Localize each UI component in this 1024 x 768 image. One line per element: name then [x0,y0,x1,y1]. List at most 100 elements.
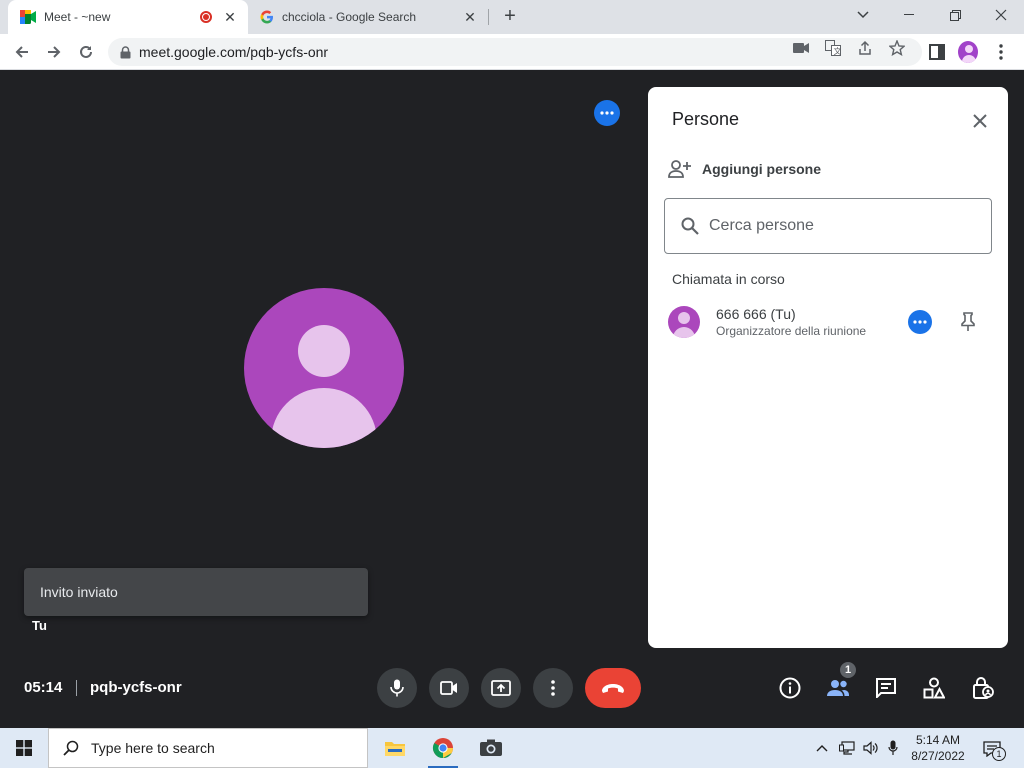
search-people-input[interactable] [709,217,959,235]
more-vert-icon [551,680,555,696]
start-button[interactable] [0,728,48,768]
microphone-in-use-icon[interactable] [886,740,900,756]
side-panel-icon[interactable] [927,42,947,62]
camera-in-use-icon[interactable] [793,40,809,56]
notification-center-button[interactable]: 1 [980,738,1006,761]
tile-more-options-button[interactable] [594,100,620,126]
network-icon[interactable] [838,740,856,756]
notification-count: 1 [992,747,1006,761]
person-add-icon [668,160,691,178]
more-vert-icon [999,44,1003,60]
close-panel-button[interactable] [968,109,992,133]
info-icon [779,677,801,699]
panel-title: Persone [672,109,740,129]
pin-participant-button[interactable] [956,310,980,334]
minimize-button[interactable] [886,0,932,30]
self-tile-label: Tu [32,618,47,633]
microphone-icon [390,679,404,697]
more-horiz-icon [913,320,927,324]
share-icon[interactable] [857,40,873,56]
tab-title: Meet - ~new [44,10,111,24]
lock-person-icon [973,677,994,699]
add-people-label: Aggiungi persone [702,161,821,177]
tab-google-search[interactable]: chcciola - Google Search ✕ [250,0,488,34]
more-horiz-icon [600,111,614,115]
add-people-button[interactable]: Aggiungi persone [668,159,821,179]
participant-avatar [244,288,404,448]
people-panel: Persone Aggiungi persone Chiamata in cor… [648,87,1008,648]
chevron-down-icon [857,11,869,19]
clock-time: 5:14 AM [915,733,961,747]
pin-icon [961,312,975,331]
search-icon [681,217,699,235]
bookmark-star-icon[interactable] [889,40,905,56]
info-divider [76,680,77,696]
file-explorer-app[interactable] [372,728,418,768]
participant-more-options-button[interactable] [908,310,932,334]
close-icon [995,9,1007,21]
meeting-code: pqb-ycfs-onr [90,679,182,696]
leave-call-button[interactable] [585,668,641,708]
camera-icon [480,739,502,756]
microphone-button[interactable] [377,668,417,708]
meeting-time: 05:14 [24,679,63,696]
camera-app[interactable] [468,728,514,768]
reload-button[interactable] [74,40,98,64]
lock-icon [120,45,131,59]
tab-meet[interactable]: Meet - ~new ✕ [8,0,248,34]
people-icon [827,680,849,696]
activities-button[interactable] [922,676,946,700]
more-options-button[interactable] [533,668,573,708]
back-button[interactable] [10,40,34,64]
host-controls-button[interactable] [971,676,995,700]
restore-icon [949,9,961,21]
present-screen-button[interactable] [481,668,521,708]
profile-avatar[interactable] [958,41,978,63]
browser-menu-button[interactable] [991,42,1011,62]
google-meet-favicon-icon [20,10,36,24]
close-icon [973,114,987,128]
shapes-icon [923,677,945,699]
url-text: meet.google.com/pqb-ycfs-onr [139,44,329,60]
avatar [668,306,700,338]
close-window-button[interactable] [978,0,1024,30]
browser-tab-bar: Meet - ~new ✕ chcciola - Google Search ✕… [0,0,1024,34]
taskbar-search-placeholder: Type here to search [91,740,215,756]
videocam-icon [440,681,457,695]
svg-text:文: 文 [834,46,842,56]
chevron-up-icon [816,745,828,752]
volume-icon[interactable] [862,740,880,756]
search-icon [63,740,79,756]
tab-close-icon[interactable]: ✕ [462,9,478,25]
camera-button[interactable] [429,668,469,708]
new-tab-button[interactable]: + [498,5,522,29]
translate-icon[interactable]: 文 [825,40,841,56]
windows-logo-icon [16,740,32,756]
arrow-left-icon [15,46,28,58]
show-hidden-icons-button[interactable] [814,740,830,756]
windows-taskbar: Type here to search 5:14 AM 8/27/2022 1 [0,728,1024,768]
invite-sent-toast: Invito inviato [24,568,368,616]
folder-icon [385,742,405,756]
forward-button[interactable] [42,40,66,64]
people-count-badge: 1 [838,660,858,680]
in-call-section-title: Chiamata in corso [672,271,785,287]
google-favicon-icon [260,10,273,24]
search-people-field[interactable] [664,198,992,254]
meeting-details-button[interactable] [778,676,802,700]
present-to-all-icon [491,680,511,696]
taskbar-search-box[interactable]: Type here to search [48,728,368,768]
arrow-right-icon [48,46,61,58]
restore-button[interactable] [932,0,978,30]
chat-button[interactable] [874,676,898,700]
reload-icon [80,45,92,58]
chrome-app[interactable] [420,728,466,768]
tab-close-icon[interactable]: ✕ [222,9,238,25]
browser-toolbar: meet.google.com/pqb-ycfs-onr 文 [0,34,1024,70]
minimize-icon [904,14,914,15]
avatar [958,41,978,63]
taskbar-clock[interactable]: 5:14 AM 8/27/2022 [904,732,972,764]
tab-search-button[interactable] [840,0,886,30]
tab-title: chcciola - Google Search [282,10,417,24]
avatar-head [298,325,350,377]
